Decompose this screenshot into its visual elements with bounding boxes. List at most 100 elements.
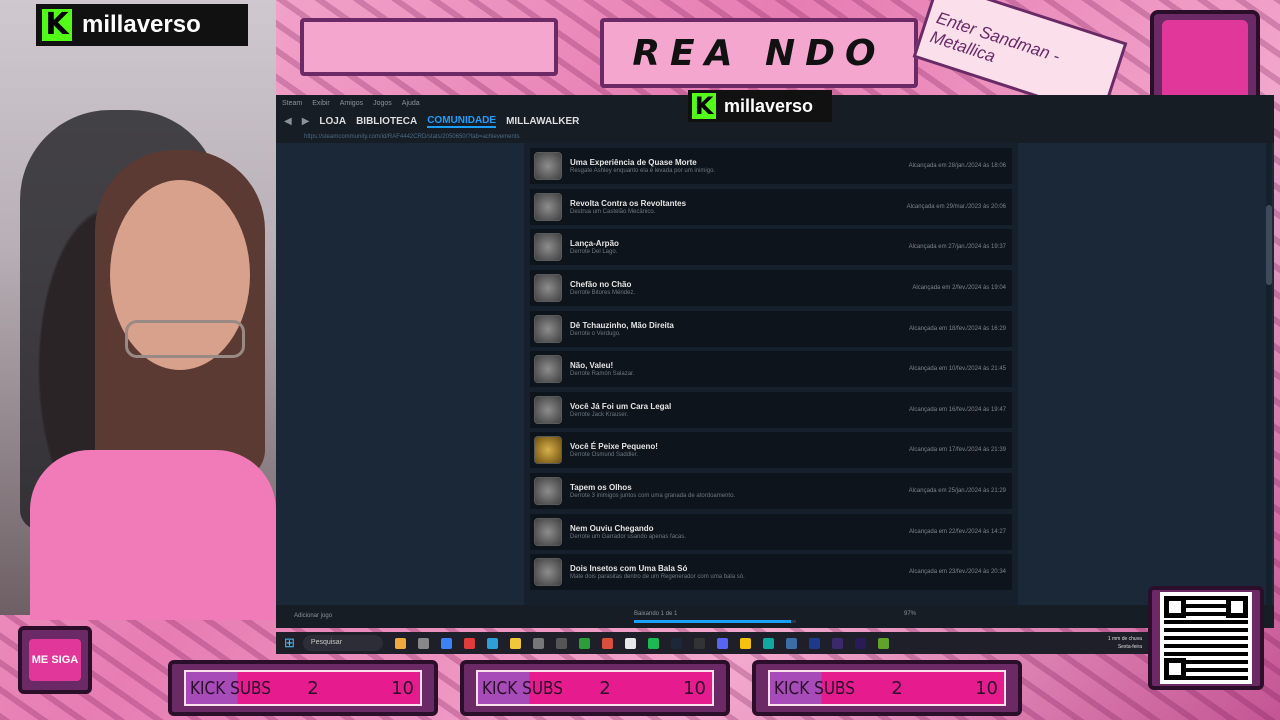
taskbar-app-icon[interactable] [463, 637, 475, 649]
achievement-desc: Derrote 3 inimigos juntos com uma granad… [570, 493, 736, 499]
taskbar-app-icon[interactable] [785, 637, 797, 649]
sub-counter-goal: 10 [683, 677, 706, 699]
taskbar-folder-icon[interactable] [509, 637, 521, 649]
achievement-desc: Resgate Ashley enquanto ela é levada por… [570, 168, 716, 174]
webcam-feed [0, 0, 276, 620]
taskbar-app-icon[interactable] [601, 637, 613, 649]
achievement-row: Você É Peixe Pequeno! Derrote Osmund Sadd… [530, 432, 1012, 468]
achievement-badge-icon [534, 193, 562, 221]
nav-comunidade[interactable]: COMUNIDADE [427, 115, 497, 128]
achievement-row: Uma Experiência de Quase Morte Resgate As… [530, 148, 1012, 184]
taskbar-chrome-icon[interactable] [739, 637, 751, 649]
sub-counter-current: 2 [307, 677, 319, 699]
achievement-row: Chefão no Chão Derrote Bitores Méndez. Al… [530, 270, 1012, 306]
windows-start-icon[interactable]: ⊞ [284, 635, 295, 651]
sub-counter: KICK SUBS 2 10 [752, 660, 1022, 716]
add-game-button[interactable]: Adicionar jogo [294, 613, 332, 619]
achievement-date: Alcançada em 17/fev./2024 às 21:39 [909, 447, 1006, 453]
menu-steam[interactable]: Steam [282, 100, 302, 107]
weather-text: 1 mm de chuva [1107, 636, 1142, 642]
taskbar-app-icon[interactable] [762, 637, 774, 649]
achievement-date: Alcançada em 25/jan./2024 às 21:29 [908, 488, 1006, 494]
brand-badge: K millaverso [36, 4, 248, 46]
achievement-desc: Derrote Ramón Salazar. [570, 371, 635, 377]
download-status[interactable]: Baixando 1 de 1 [634, 611, 677, 617]
achievement-desc: Destrua um Castelão Mecânico. [570, 209, 656, 215]
taskbar-search-input[interactable]: Pesquisar [302, 635, 383, 651]
achievement-title: Você Já Foi um Cara Legal [570, 402, 672, 411]
windows-taskbar: ⊞ Pesquisar 1 mm de chuva Sexta-feira [276, 632, 1150, 654]
download-progress-fill [634, 620, 791, 623]
nav-loja[interactable]: LOJA [319, 116, 346, 127]
taskbar-spotify-icon[interactable] [647, 637, 659, 649]
steam-footer: Adicionar jogo Baixando 1 de 1 97% [276, 605, 1274, 628]
qr-finder-icon [1164, 596, 1186, 618]
achievement-desc: Mate dois parasitas dentro de um Regener… [570, 574, 745, 580]
achievement-desc: Derrote Jack Krauser. [570, 412, 629, 418]
weather-day: Sexta-feira [1117, 644, 1142, 650]
overlay-panel-empty [300, 18, 558, 76]
achievement-title: Dois Insetos com Uma Bala Só [570, 564, 688, 573]
achievement-row: Não, Valeu! Derrote Ramón Salazar. Alcanç… [530, 351, 1012, 387]
achievement-badge-icon [534, 274, 562, 302]
taskbar-app-icon[interactable] [877, 637, 889, 649]
taskbar-app-icon[interactable] [486, 637, 498, 649]
menu-ajuda[interactable]: Ajuda [402, 100, 420, 107]
taskbar-premiere-icon[interactable] [854, 637, 866, 649]
achievement-row: Lança-Arpão Derrote Del Lago. Alcançada e… [530, 229, 1012, 265]
achievement-title: Você É Peixe Pequeno! [570, 442, 658, 451]
achievement-badge-icon [534, 315, 562, 343]
taskbar-app-icon[interactable] [624, 637, 636, 649]
achievement-date: Alcançada em 18/fev./2024 às 16:29 [909, 326, 1006, 332]
taskbar-photoshop-icon[interactable] [808, 637, 820, 649]
menu-amigos[interactable]: Amigos [340, 100, 363, 107]
scrollbar-thumb[interactable] [1266, 205, 1272, 285]
sub-counter-current: 2 [891, 677, 903, 699]
overlay-panel-status: REA NDO [600, 18, 918, 88]
qr-code-icon [1160, 592, 1252, 684]
brand-name: millaverso [82, 11, 201, 38]
achievement-title: Revolta Contra os Revoltantes [570, 199, 687, 208]
taskbar-app-icon[interactable] [440, 637, 452, 649]
taskbar-app-icon[interactable] [578, 637, 590, 649]
status-reagindo: REA NDO [632, 32, 886, 74]
url-bar[interactable]: https://steamcommunity.com/id/RAF4442CRD… [276, 131, 1274, 143]
achievement-date: Alcançada em 10/fev./2024 às 21:45 [909, 366, 1006, 372]
achievement-desc: Derrote Osmund Saddler. [570, 452, 639, 458]
download-percent: 97% [904, 611, 917, 617]
achievement-badge-icon [534, 152, 562, 180]
achievements-list: Uma Experiência de Quase Morte Resgate As… [524, 143, 1018, 605]
menu-jogos[interactable]: Jogos [373, 100, 392, 107]
achievement-badge-icon [534, 558, 562, 586]
weather-widget[interactable]: 1 mm de chuva Sexta-feira [1108, 635, 1142, 651]
achievement-date: Alcançada em 23/fev./2024 às 20:34 [909, 569, 1006, 575]
achievement-badge-icon [534, 355, 562, 383]
achievement-desc: Derrote Bitores Méndez. [570, 290, 636, 296]
achievement-badge-gold-icon [534, 436, 562, 464]
menu-exibir[interactable]: Exibir [312, 100, 330, 107]
achievement-row: Tapem os Olhos Derrote 3 inimigos juntos … [530, 473, 1012, 509]
follow-label: ME SIGA [29, 639, 81, 681]
taskbar-steam-icon[interactable] [670, 637, 682, 649]
achievement-title: Nem Ouviu Chegando [570, 524, 654, 533]
taskbar-aftereffects-icon[interactable] [831, 637, 843, 649]
steam-content: Uma Experiência de Quase Morte Resgate As… [276, 143, 1274, 605]
nav-profile[interactable]: MILLAWALKER [506, 116, 579, 127]
back-arrow-icon[interactable]: ◀ [284, 116, 292, 127]
forward-arrow-icon[interactable]: ▶ [302, 116, 310, 127]
taskbar-app-icon[interactable] [532, 637, 544, 649]
achievement-date: Alcançada em 27/jan./2024 às 19:37 [908, 244, 1006, 250]
taskbar-discord-icon[interactable] [716, 637, 728, 649]
achievement-title: Uma Experiência de Quase Morte [570, 158, 697, 167]
qr-finder-icon [1226, 596, 1248, 618]
achievement-badge-icon [534, 396, 562, 424]
taskbar-app-icon[interactable] [693, 637, 705, 649]
taskbar-app-icon[interactable] [417, 637, 429, 649]
sub-counter-current: 2 [599, 677, 611, 699]
kick-logo-icon: K [42, 9, 72, 41]
nav-biblioteca[interactable]: BIBLIOTECA [356, 116, 417, 127]
brand-badge-center: K millaverso [688, 90, 832, 122]
taskbar-app-icon[interactable] [555, 637, 567, 649]
taskbar-app-icon[interactable] [394, 637, 406, 649]
follow-badge: ME SIGA [18, 626, 92, 694]
